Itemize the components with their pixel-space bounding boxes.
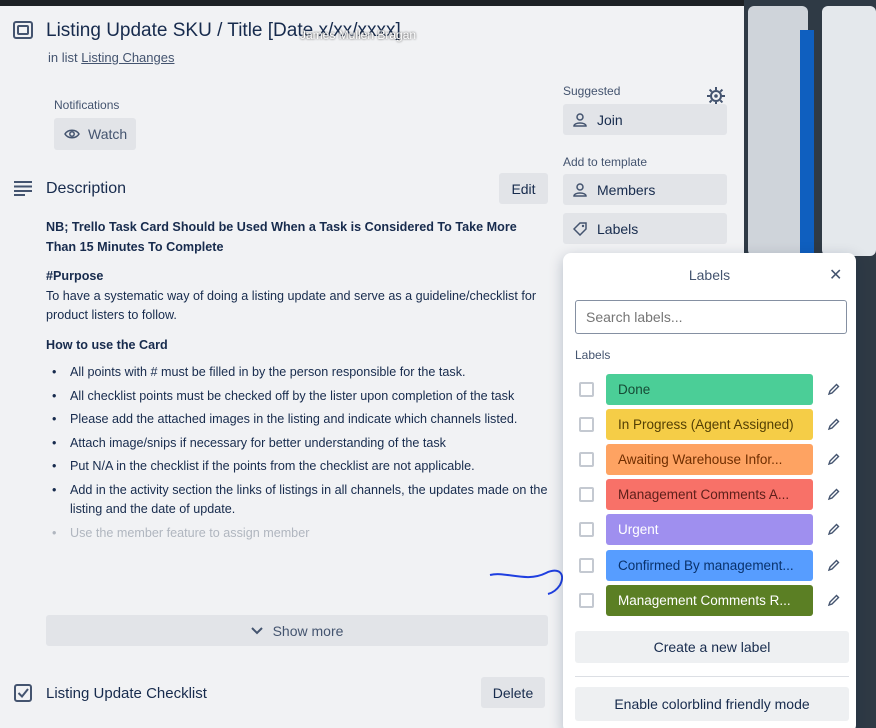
divider bbox=[575, 676, 849, 677]
watch-label: Watch bbox=[88, 126, 128, 142]
card-icon bbox=[13, 21, 33, 39]
label-row: In Progress (Agent Assigned) bbox=[579, 408, 849, 440]
edit-description-button[interactable]: Edit bbox=[499, 173, 548, 204]
search-labels-input[interactable] bbox=[575, 300, 847, 334]
pen-annotation bbox=[489, 569, 564, 595]
label-row: Urgent bbox=[579, 514, 849, 546]
checklist-title[interactable]: Listing Update Checklist bbox=[46, 685, 207, 702]
description-body[interactable]: NB; Trello Task Card Should be Used When… bbox=[46, 218, 548, 547]
board-list-column bbox=[748, 6, 808, 256]
card-list-location: in list Listing Changes bbox=[48, 50, 174, 65]
labels-section-heading: Labels bbox=[575, 348, 611, 362]
purpose-heading: #Purpose bbox=[46, 269, 104, 283]
label-checkbox[interactable] bbox=[579, 487, 594, 503]
in-list-prefix: in list bbox=[48, 50, 78, 65]
description-note: NB; Trello Task Card Should be Used When… bbox=[46, 220, 517, 254]
labels-button[interactable]: Labels bbox=[563, 213, 727, 244]
join-label: Join bbox=[597, 111, 623, 128]
presenter-name-overlay: James Mullen Bragan bbox=[300, 28, 417, 42]
description-icon bbox=[14, 181, 32, 196]
pencil-icon[interactable] bbox=[827, 488, 840, 501]
label-checkbox[interactable] bbox=[579, 592, 594, 608]
pencil-icon[interactable] bbox=[827, 383, 840, 396]
watch-button[interactable]: Watch bbox=[54, 118, 136, 150]
label-row: Confirmed By management... bbox=[579, 549, 849, 581]
chevron-down-icon bbox=[250, 626, 263, 634]
list-item: Put N/A in the checklist if the points f… bbox=[46, 457, 548, 477]
board-scroll-strip bbox=[800, 30, 814, 260]
close-icon[interactable]: ✕ bbox=[829, 265, 842, 285]
members-button[interactable]: Members bbox=[563, 174, 727, 205]
list-item: Please add the attached images in the li… bbox=[46, 410, 548, 430]
colorblind-mode-button[interactable]: Enable colorblind friendly mode bbox=[575, 687, 849, 721]
delete-checklist-button[interactable]: Delete bbox=[481, 677, 545, 708]
list-item: Use the member feature to assign member bbox=[46, 524, 548, 544]
label-chip[interactable]: In Progress (Agent Assigned) bbox=[606, 408, 813, 440]
tag-icon bbox=[573, 221, 587, 236]
labels-popover: Labels ✕ Labels DoneIn Progress (Agent A… bbox=[563, 253, 856, 728]
pencil-icon[interactable] bbox=[827, 523, 840, 536]
howto-heading: How to use the Card bbox=[46, 337, 168, 352]
label-row: Awaiting Warehouse Infor... bbox=[579, 443, 849, 475]
gear-icon[interactable] bbox=[706, 86, 726, 106]
list-item: All checklist points must be checked off… bbox=[46, 387, 548, 407]
join-button[interactable]: Join bbox=[563, 104, 727, 135]
add-to-template-label: Add to template bbox=[563, 155, 648, 169]
person-icon bbox=[573, 182, 587, 197]
label-chip[interactable]: Management Comments A... bbox=[606, 479, 813, 511]
show-more-button[interactable]: Show more bbox=[46, 615, 548, 646]
labels-label: Labels bbox=[597, 220, 639, 237]
board-list-column bbox=[822, 6, 876, 256]
label-checkbox[interactable] bbox=[579, 381, 594, 397]
show-more-label: Show more bbox=[272, 622, 344, 639]
create-label-button[interactable]: Create a new label bbox=[575, 631, 849, 663]
popover-title: Labels bbox=[688, 267, 731, 283]
label-chip[interactable]: Confirmed By management... bbox=[606, 549, 813, 581]
person-icon bbox=[573, 112, 587, 127]
list-item: All points with # must be filled in by t… bbox=[46, 363, 548, 383]
description-heading: Description bbox=[46, 180, 127, 197]
eye-icon bbox=[64, 129, 80, 139]
label-chip[interactable]: Awaiting Warehouse Infor... bbox=[606, 443, 813, 475]
label-checkbox[interactable] bbox=[579, 522, 594, 538]
pencil-icon[interactable] bbox=[827, 453, 840, 466]
list-item: Attach image/snips if necessary for bett… bbox=[46, 434, 548, 454]
label-checkbox[interactable] bbox=[579, 451, 594, 467]
label-row: Management Comments A... bbox=[579, 479, 849, 511]
pencil-icon[interactable] bbox=[827, 594, 840, 607]
list-item: Add in the activity section the links of… bbox=[46, 481, 548, 520]
pencil-icon[interactable] bbox=[827, 559, 840, 572]
label-chip[interactable]: Done bbox=[606, 373, 813, 405]
description-fade bbox=[46, 566, 548, 606]
label-checkbox[interactable] bbox=[579, 557, 594, 573]
purpose-text: To have a systematic way of doing a list… bbox=[46, 288, 537, 323]
label-chip[interactable]: Management Comments R... bbox=[606, 584, 813, 616]
label-checkbox[interactable] bbox=[579, 416, 594, 432]
notifications-label: Notifications bbox=[54, 98, 120, 112]
members-label: Members bbox=[597, 181, 656, 198]
howto-list: All points with # must be filled in by t… bbox=[46, 363, 548, 543]
pencil-icon[interactable] bbox=[827, 418, 840, 431]
label-row: Done bbox=[579, 373, 849, 405]
suggested-label: Suggested bbox=[563, 84, 621, 98]
label-chip[interactable]: Urgent bbox=[606, 514, 813, 546]
list-link[interactable]: Listing Changes bbox=[81, 50, 174, 65]
checklist-icon bbox=[14, 684, 32, 702]
label-row: Management Comments R... bbox=[579, 584, 849, 616]
